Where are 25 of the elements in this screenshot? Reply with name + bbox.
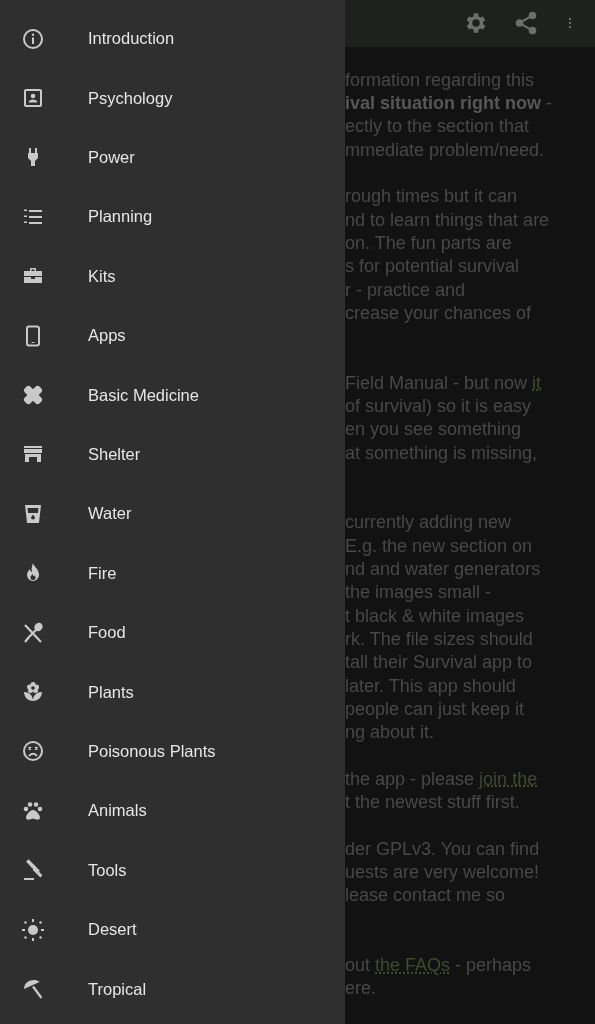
- drawer-item[interactable]: Plants: [0, 662, 345, 722]
- drawer-item[interactable]: Poisonous Plants: [0, 721, 345, 782]
- sad-face-icon: [21, 739, 45, 764]
- text-line: ival situation right now -: [345, 92, 553, 116]
- drawer-item[interactable]: Tools: [0, 840, 345, 900]
- drawer-item[interactable]: Food: [0, 602, 345, 663]
- gavel-icon: [21, 858, 45, 883]
- flower-icon: [21, 680, 45, 704]
- drawer-item[interactable]: Basic Medicine: [0, 365, 345, 425]
- drawer-item[interactable]: Water: [0, 484, 345, 544]
- drawer-item[interactable]: Tropical: [0, 959, 345, 1019]
- drawer-item[interactable]: Psychology: [0, 68, 345, 128]
- utensils-icon: [21, 620, 45, 645]
- drawer-item[interactable]: Animals: [0, 781, 345, 841]
- drawer-item[interactable]: Fire: [0, 543, 345, 603]
- drawer-item[interactable]: Kits: [0, 246, 345, 306]
- share-icon[interactable]: [513, 10, 539, 37]
- drawer-item[interactable]: Power: [0, 127, 345, 188]
- info-icon: [21, 26, 45, 51]
- drawer-item[interactable]: Desert: [0, 899, 345, 960]
- drawer-item[interactable]: Planning: [0, 187, 345, 247]
- drawer-item[interactable]: Introduction: [0, 9, 345, 69]
- sun-icon: [21, 917, 45, 942]
- drawer-item[interactable]: Shelter: [0, 424, 345, 485]
- drawer-item[interactable]: Apps: [0, 305, 345, 366]
